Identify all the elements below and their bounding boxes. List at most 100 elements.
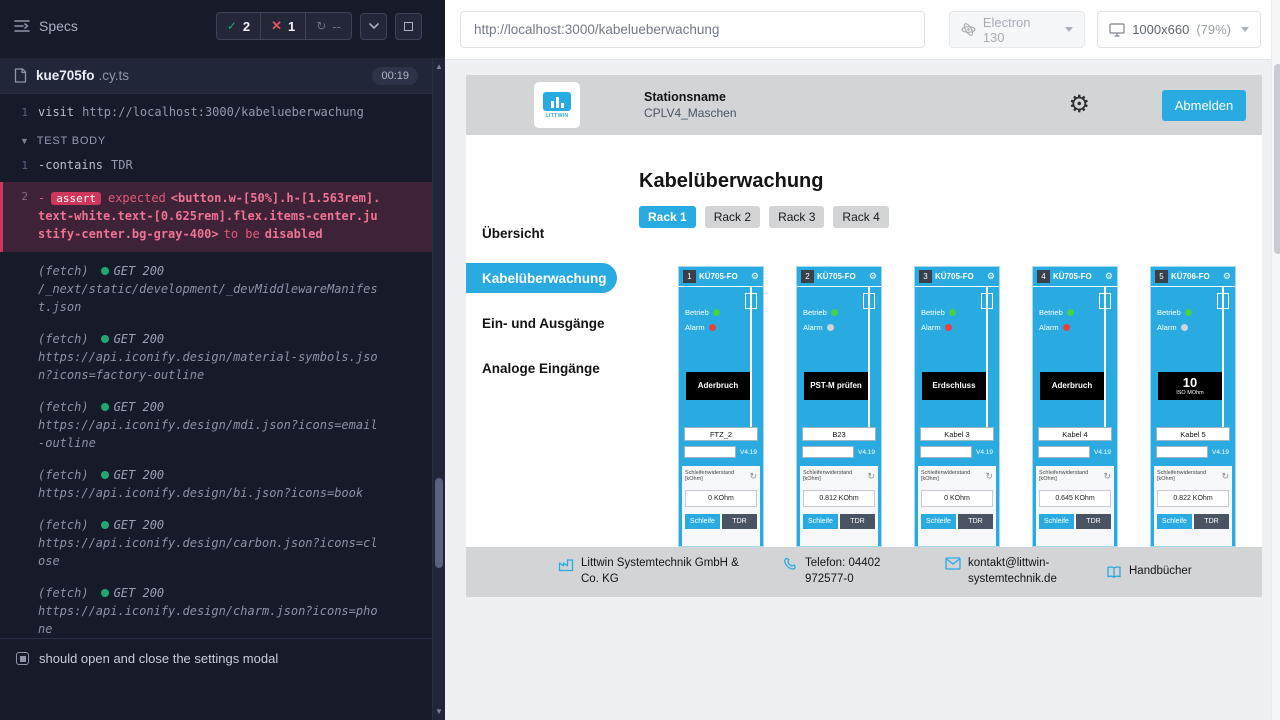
card-number: 1: [683, 270, 696, 283]
schleife-button[interactable]: Schleife: [685, 514, 720, 529]
stat-passed[interactable]: ✓ 2: [217, 13, 260, 39]
runner-bottom-space: [0, 678, 432, 720]
scroll-up-icon[interactable]: ▲: [433, 62, 445, 71]
cable-line: [750, 287, 752, 437]
fetch-status: GET 200: [114, 262, 165, 280]
tdr-button[interactable]: TDR: [722, 514, 757, 529]
stat-pending[interactable]: ↻ --: [305, 13, 351, 39]
cable-connector: [1217, 293, 1229, 309]
refresh-icon[interactable]: ↻: [985, 471, 993, 482]
status-display: Aderbruch: [1040, 372, 1104, 400]
refresh-icon[interactable]: ↻: [1221, 471, 1229, 482]
failed-assert-row[interactable]: 2 -assertexpected<button.w-[50%].h-[1.56…: [0, 182, 432, 253]
browser-select[interactable]: Electron 130: [949, 11, 1085, 48]
url-input[interactable]: http://localhost:3000/kabelueberwachung: [460, 11, 925, 48]
fetch-log-row[interactable]: (fetch)GET 200 https://api.iconify.desig…: [0, 323, 432, 391]
refresh-icon[interactable]: ↻: [749, 471, 757, 482]
status-text: PST-M prüfen: [810, 382, 862, 391]
runner-scrollbar[interactable]: ▲ ▼: [432, 58, 445, 720]
alarm-label: Alarm: [1039, 323, 1059, 332]
stat-failed[interactable]: ✕ 1: [260, 13, 305, 39]
cable-connector: [863, 293, 875, 309]
fetch-url: /_next/static/development/_devMiddleware…: [38, 282, 378, 314]
browser-name: Electron 130: [983, 15, 1055, 45]
command-row-visit[interactable]: 1 visithttp://localhost:3000/kabelueberw…: [0, 100, 432, 125]
card-model: KÜ706-FO: [1171, 272, 1210, 281]
nav-item-analoge-eingaenge[interactable]: Analoge Eingänge: [466, 353, 621, 383]
scroll-down-icon[interactable]: ▼: [433, 707, 445, 716]
check-icon: ✓: [227, 19, 237, 33]
alarm-label: Alarm: [685, 323, 705, 332]
fetch-url: https://api.iconify.design/carbon.json?i…: [38, 536, 378, 568]
cypress-runner-panel: Specs ✓ 2 ✕ 1 ↻ --: [0, 0, 445, 720]
specs-label: Specs: [39, 18, 78, 34]
nav-item-uebersicht[interactable]: Übersicht: [466, 218, 621, 248]
viewport-size: 1000x660: [1132, 22, 1189, 37]
littwin-logo-icon: [543, 92, 571, 111]
spec-file-icon: [14, 68, 27, 83]
nav-item-ein-und-ausgaenge[interactable]: Ein- und Ausgänge: [466, 308, 621, 338]
footer-phone[interactable]: Telefon: 04402 972577-0: [783, 556, 915, 587]
fetch-label: (fetch): [38, 262, 89, 280]
alarm-label: Alarm: [1157, 323, 1177, 332]
next-test-row[interactable]: should open and close the settings modal: [0, 638, 432, 678]
tdr-button[interactable]: TDR: [958, 514, 993, 529]
test-body-section[interactable]: ▼ TEST BODY: [0, 125, 432, 153]
schleife-button[interactable]: Schleife: [921, 514, 956, 529]
station-label: Stationsname: [644, 90, 737, 104]
chevron-down-icon: [369, 23, 379, 29]
status-display: 10 ISO MOhm: [1158, 372, 1222, 400]
firmware-version: V4.19: [740, 449, 757, 456]
fetch-log-row[interactable]: (fetch) GET 200 /_next/static/development…: [0, 255, 432, 323]
schleife-button[interactable]: Schleife: [1039, 514, 1074, 529]
nav-item-kabelueberwachung[interactable]: Kabelüberwachung: [466, 263, 617, 293]
viewport-select[interactable]: 1000x660 (79%): [1097, 11, 1261, 48]
fetch-log-row[interactable]: (fetch)GET 200 https://api.iconify.desig…: [0, 391, 432, 459]
collapse-runner-button[interactable]: [360, 13, 387, 40]
card-gear-icon[interactable]: ⚙: [751, 272, 759, 281]
measurement-panel: Schleifenwiderstand [kOhm] ↻ 0.645 KOhm …: [1036, 466, 1114, 547]
schleife-button[interactable]: Schleife: [803, 514, 838, 529]
stop-button[interactable]: [395, 13, 422, 40]
fetch-status: GET 200: [114, 330, 165, 348]
page-title: Kabelüberwachung: [639, 170, 1262, 193]
pending-count: --: [332, 19, 341, 34]
betrieb-led: [713, 309, 720, 316]
fetch-log-row[interactable]: (fetch)GET 200 https://api.iconify.desig…: [0, 509, 432, 577]
page-scrollbar[interactable]: [1271, 0, 1280, 720]
fetch-label: (fetch): [38, 516, 89, 534]
logout-button[interactable]: Abmelden: [1162, 90, 1246, 121]
tdr-button[interactable]: TDR: [1194, 514, 1229, 529]
email-address: kontakt@littwin-systemtechnik.de: [968, 556, 1076, 587]
card-gear-icon[interactable]: ⚙: [869, 272, 877, 281]
test-stats: ✓ 2 ✕ 1 ↻ --: [216, 12, 352, 40]
tdr-button[interactable]: TDR: [1076, 514, 1111, 529]
card-gear-icon[interactable]: ⚙: [1223, 272, 1231, 281]
tdr-button[interactable]: TDR: [840, 514, 875, 529]
fetch-log-row[interactable]: (fetch)GET 200 https://api.iconify.desig…: [0, 459, 432, 509]
tab-rack-4[interactable]: Rack 4: [833, 206, 888, 228]
status-text: Aderbruch: [1052, 382, 1092, 391]
footer-email[interactable]: kontakt@littwin-systemtechnik.de: [945, 556, 1076, 587]
settings-gear-icon[interactable]: ⚙: [1068, 93, 1090, 117]
spec-file-bar[interactable]: kue705fo .cy.ts 00:19: [0, 58, 432, 94]
card-gear-icon[interactable]: ⚙: [987, 272, 995, 281]
scrollbar-thumb[interactable]: [435, 478, 443, 568]
card-gear-icon[interactable]: ⚙: [1105, 272, 1113, 281]
page-scrollbar-thumb[interactable]: [1274, 64, 1280, 254]
cable-name: FTZ_2: [684, 427, 758, 441]
tab-rack-1[interactable]: Rack 1: [639, 206, 696, 228]
footer-manuals[interactable]: Handbücher: [1106, 564, 1192, 580]
tab-rack-3[interactable]: Rack 3: [769, 206, 824, 228]
fetch-label: (fetch): [38, 466, 89, 484]
schleife-button[interactable]: Schleife: [1157, 514, 1192, 529]
spec-extension: .cy.ts: [99, 68, 130, 83]
command-row-contains[interactable]: 1 -containsTDR: [0, 153, 432, 178]
specs-menu-button[interactable]: Specs: [14, 18, 78, 34]
device-card-5: 5 KÜ706-FO ⚙ Betrieb Alarm 10 ISO MOhm: [1150, 266, 1236, 547]
company-name: Littwin Systemtechnik GmbH & Co. KG: [581, 556, 753, 587]
refresh-icon[interactable]: ↻: [1103, 471, 1111, 482]
refresh-icon[interactable]: ↻: [867, 471, 875, 482]
tab-rack-2[interactable]: Rack 2: [705, 206, 760, 228]
fetch-log-row[interactable]: (fetch)GET 200 https://api.iconify.desig…: [0, 577, 432, 638]
